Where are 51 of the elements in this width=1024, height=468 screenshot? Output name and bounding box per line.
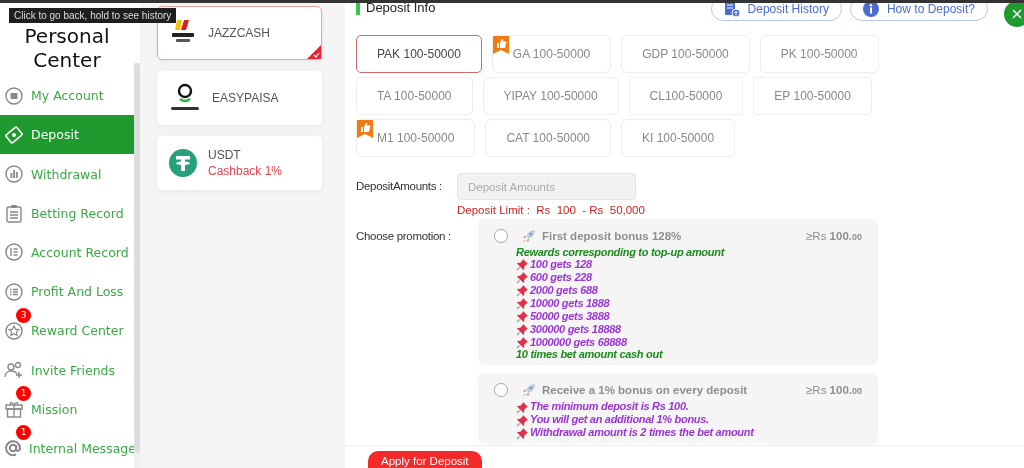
promotion-title: First deposit bonus 128% [542,230,682,242]
tooltip: Click to go back, hold to see history [9,8,177,23]
field-label: Choose promotion : [356,229,452,244]
channel-option[interactable]: PK 100-50000 [759,35,879,73]
channel-option[interactable]: KI 100-50000 [621,119,736,157]
section-title: Deposit Info [366,0,436,15]
cashback-label: Cashback 1% [208,164,283,178]
channel-option[interactable]: EP 100-50000 [753,77,872,115]
sidebar-item[interactable]: My Account [0,76,134,116]
promotion-text: 50000 gets 3888 [530,311,610,323]
apply-button[interactable]: Apply for Deposit [368,451,482,468]
field-label: DepositAmounts : [356,179,443,194]
deposit-limit-text: Deposit Limit : Rs 100 - Rs 50,000 [457,204,645,216]
promotion-text: 10 times bet amount cash out [516,349,664,361]
channel-option[interactable]: TA 100-50000 [356,77,473,115]
page-title: Personal Center [23,24,111,72]
minimum-amount: ≥Rs 100.00 [806,383,862,396]
promotion-text: 300000 gets 18888 [530,324,621,336]
promotion-text: 2000 gets 688 [530,285,598,297]
channel-option[interactable]: CAT 100-50000 [485,119,611,157]
channel-option[interactable]: PAK 100-50000 [356,35,482,73]
promotion-text: 600 gets 228 [530,272,592,284]
promotion-text: Withdrawal amount is 2 times the bet amount [530,427,754,439]
amount-input[interactable]: Deposit Amounts [457,173,636,200]
method-name: EASYPAISA [212,91,279,105]
sidebar-item[interactable]: 1 Internal Message [0,428,134,468]
method-name: JAZZCASH [208,26,270,40]
payment-method-card[interactable]: EASYPAISA [157,71,322,125]
notification-badge: 1 [16,425,31,441]
channel-option[interactable]: GA 100-50000 [491,35,612,73]
channel-option[interactable]: YIPAY 100-50000 [482,77,619,115]
promotion-card[interactable]: Receive a 1% bonus on every deposit ≥Rs 100.00 The minimum deposit is Rs 100. You will get an additional 1% bonus. Withdrawal amount is 2 times the bet amount [478,372,878,444]
notification-badge: 3 [16,307,31,323]
sidebar-item[interactable]: Account Record [0,232,134,272]
promotion-text: You will get an additional 1% bonus. [530,414,709,426]
sidebar-item[interactable]: Betting Record [0,193,134,233]
promotion-text: Rewards corresponding to top-up amount [516,247,726,259]
promotion-text: 1000000 gets 68888 [530,337,627,349]
channel-option[interactable]: GDP 100-50000 [621,35,750,73]
method-name: USDT [208,148,242,162]
promotion-text: 10000 gets 1888 [530,298,610,310]
sidebar-item[interactable]: Deposit [0,115,134,155]
sidebar-item[interactable]: Withdrawal [0,154,134,194]
payment-method-card[interactable]: USDT Cashback 1% [157,136,322,190]
channel-option[interactable]: CL100-50000 [628,77,744,115]
notification-badge: 1 [16,386,31,402]
promotion-title: Receive a 1% bonus on every deposit [542,383,748,396]
channel-option[interactable]: M1 100-50000 [356,119,476,157]
promotion-text: The minimum deposit is Rs 100. [530,401,689,413]
promotion-text: 100 gets 128 [530,259,592,271]
minimum-amount: ≥Rs 100.00 [806,230,862,242]
